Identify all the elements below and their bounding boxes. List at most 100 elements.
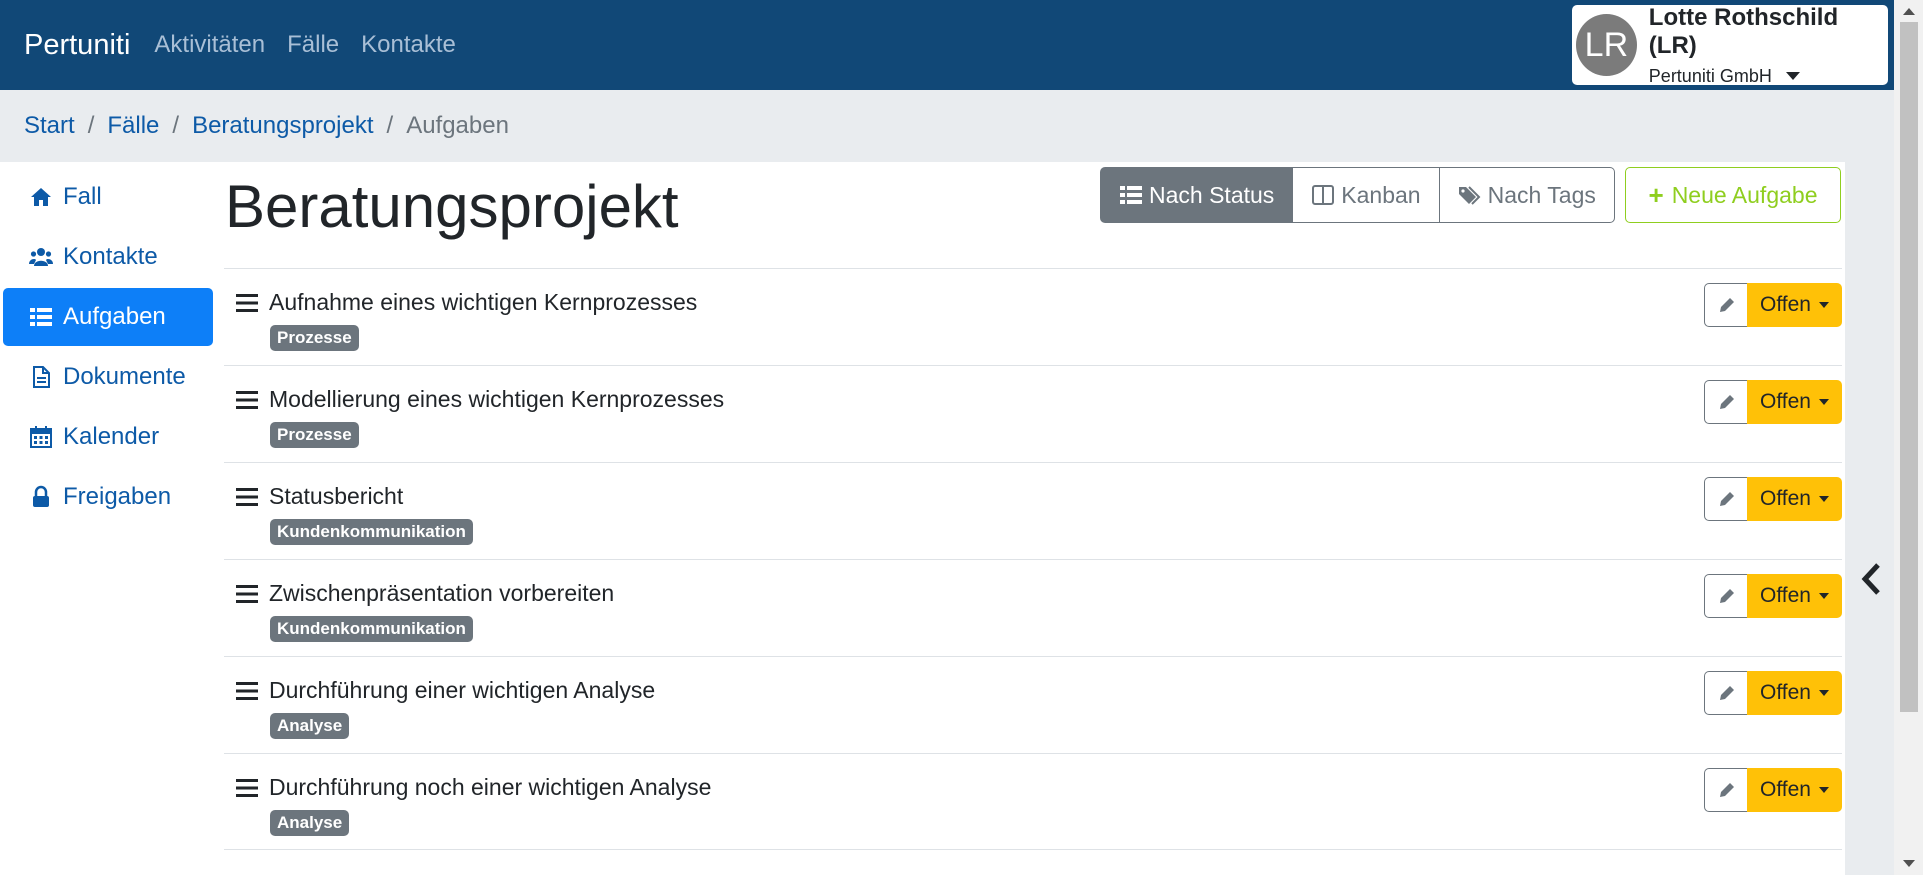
document-icon: [29, 365, 53, 389]
top-navbar: Pertuniti Aktivitäten Fälle Kontakte LR …: [0, 0, 1894, 90]
sidebar-item-kalender[interactable]: Kalender: [3, 408, 213, 466]
status-label: Offen: [1760, 487, 1811, 510]
avatar: LR: [1576, 14, 1637, 76]
sidebar-item-label: Kalender: [63, 423, 160, 450]
new-task-label: Neue Aufgabe: [1671, 181, 1818, 208]
view-kanban-button[interactable]: Kanban: [1293, 167, 1440, 223]
caret-down-icon: [1818, 302, 1829, 308]
drag-handle-icon[interactable]: [236, 293, 258, 313]
scroll-up-icon[interactable]: [1903, 8, 1915, 15]
sidebar-item-label: Freigaben: [63, 483, 172, 510]
status-label: Offen: [1760, 293, 1811, 316]
task-tag: Analyse: [270, 810, 350, 836]
edit-button[interactable]: [1704, 671, 1748, 715]
user-company: Pertuniti GmbH: [1648, 65, 1772, 86]
drag-handle-icon[interactable]: [236, 778, 258, 798]
drag-handle-icon[interactable]: [236, 584, 258, 604]
scroll-down-icon[interactable]: [1903, 860, 1915, 867]
breadcrumb-faelle[interactable]: Fälle: [107, 112, 159, 140]
calendar-icon: [29, 425, 53, 449]
scrollbar[interactable]: [1894, 0, 1923, 875]
table-row: Zwischenpräsentation vorbereiten Kundenk…: [224, 559, 1842, 656]
home-icon: [29, 185, 53, 209]
status-label: Offen: [1760, 778, 1811, 801]
task-list: Aufnahme eines wichtigen Kernprozesses P…: [224, 268, 1842, 850]
sidebar-item-aufgaben[interactable]: Aufgaben: [3, 288, 213, 346]
brand-logo[interactable]: Pertuniti: [24, 29, 130, 62]
drag-handle-icon[interactable]: [236, 681, 258, 701]
sidebar: Fall Kontakte Aufgaben Dokumente Kalende…: [3, 168, 213, 528]
drag-handle-icon[interactable]: [236, 390, 258, 410]
scroll-thumb[interactable]: [1900, 22, 1918, 712]
status-dropdown[interactable]: Offen: [1747, 380, 1842, 424]
tags-icon: [1458, 186, 1481, 205]
table-row: Aufnahme eines wichtigen Kernprozesses P…: [224, 268, 1842, 365]
task-title[interactable]: Zwischenpräsentation vorbereiten: [269, 580, 614, 607]
pencil-icon: [1719, 395, 1734, 409]
sidebar-item-label: Kontakte: [63, 243, 158, 270]
sidebar-item-label: Dokumente: [63, 363, 186, 390]
table-row: Durchführung einer wichtigen Analyse Ana…: [224, 656, 1842, 753]
list-icon: [29, 305, 53, 329]
caret-down-icon: [1818, 787, 1829, 793]
plus-icon: +: [1648, 179, 1664, 210]
sidebar-item-kontakte[interactable]: Kontakte: [3, 228, 213, 286]
user-company-dropdown[interactable]: Pertuniti GmbH: [1649, 66, 1888, 87]
user-menu[interactable]: LR Lotte Rothschild (LR) Pertuniti GmbH: [1572, 4, 1888, 87]
chevron-left-icon[interactable]: [1860, 562, 1882, 596]
new-task-button[interactable]: + Neue Aufgabe: [1625, 167, 1841, 223]
breadcrumb-separator: /: [386, 112, 394, 139]
edit-button[interactable]: [1704, 380, 1748, 424]
page-title: Beratungsprojekt: [225, 173, 679, 240]
status-dropdown[interactable]: Offen: [1747, 574, 1842, 618]
status-dropdown[interactable]: Offen: [1747, 283, 1842, 327]
edit-button[interactable]: [1704, 768, 1748, 812]
task-title[interactable]: Aufnahme eines wichtigen Kernprozesses: [269, 289, 697, 316]
breadcrumb-beratungsprojekt[interactable]: Beratungsprojekt: [192, 112, 373, 140]
task-tag: Kundenkommunikation: [270, 519, 473, 545]
drag-handle-icon[interactable]: [236, 487, 258, 507]
caret-down-icon: [1818, 496, 1829, 502]
status-dropdown[interactable]: Offen: [1747, 768, 1842, 812]
status-label: Offen: [1760, 681, 1811, 704]
table-row: Durchführung noch einer wichtigen Analys…: [224, 753, 1842, 850]
view-switcher: Nach Status Kanban Nach Tags: [1100, 167, 1615, 223]
view-nach-status-button[interactable]: Nach Status: [1100, 167, 1294, 223]
pencil-icon: [1719, 589, 1734, 603]
task-title[interactable]: Durchführung noch einer wichtigen Analys…: [269, 774, 711, 801]
caret-down-icon: [1818, 399, 1829, 405]
nav-link-kontakte[interactable]: Kontakte: [361, 31, 456, 59]
task-tag: Analyse: [270, 713, 350, 739]
caret-down-icon: [1818, 593, 1829, 599]
lock-icon: [29, 485, 53, 509]
sidebar-item-dokumente[interactable]: Dokumente: [3, 348, 213, 406]
view-button-label: Nach Status: [1149, 181, 1275, 208]
sidebar-item-freigaben[interactable]: Freigaben: [3, 468, 213, 526]
users-icon: [29, 245, 53, 269]
edit-button[interactable]: [1704, 574, 1748, 618]
nav-link-faelle[interactable]: Fälle: [287, 31, 339, 59]
caret-down-icon: [1785, 72, 1800, 80]
pencil-icon: [1719, 783, 1734, 797]
status-dropdown[interactable]: Offen: [1747, 477, 1842, 521]
columns-icon: [1312, 185, 1335, 205]
view-nach-tags-button[interactable]: Nach Tags: [1439, 167, 1615, 223]
sidebar-item-label: Fall: [63, 183, 102, 210]
status-dropdown[interactable]: Offen: [1747, 671, 1842, 715]
nav-link-aktivitaeten[interactable]: Aktivitäten: [154, 31, 265, 59]
right-panel: [1845, 162, 1894, 875]
edit-button[interactable]: [1704, 477, 1748, 521]
breadcrumb-separator: /: [87, 112, 95, 139]
sidebar-item-fall[interactable]: Fall: [3, 168, 213, 226]
breadcrumb: Start / Fälle / Beratungsprojekt / Aufga…: [0, 90, 1894, 162]
edit-button[interactable]: [1704, 283, 1748, 327]
task-tag: Prozesse: [270, 422, 359, 448]
status-label: Offen: [1760, 584, 1811, 607]
task-title[interactable]: Statusbericht: [269, 483, 403, 510]
caret-down-icon: [1818, 690, 1829, 696]
breadcrumb-separator: /: [172, 112, 180, 139]
breadcrumb-start[interactable]: Start: [24, 112, 75, 140]
task-title[interactable]: Durchführung einer wichtigen Analyse: [269, 677, 655, 704]
table-row: Statusbericht Kundenkommunikation Offen: [224, 462, 1842, 559]
task-title[interactable]: Modellierung eines wichtigen Kernprozess…: [269, 386, 724, 413]
